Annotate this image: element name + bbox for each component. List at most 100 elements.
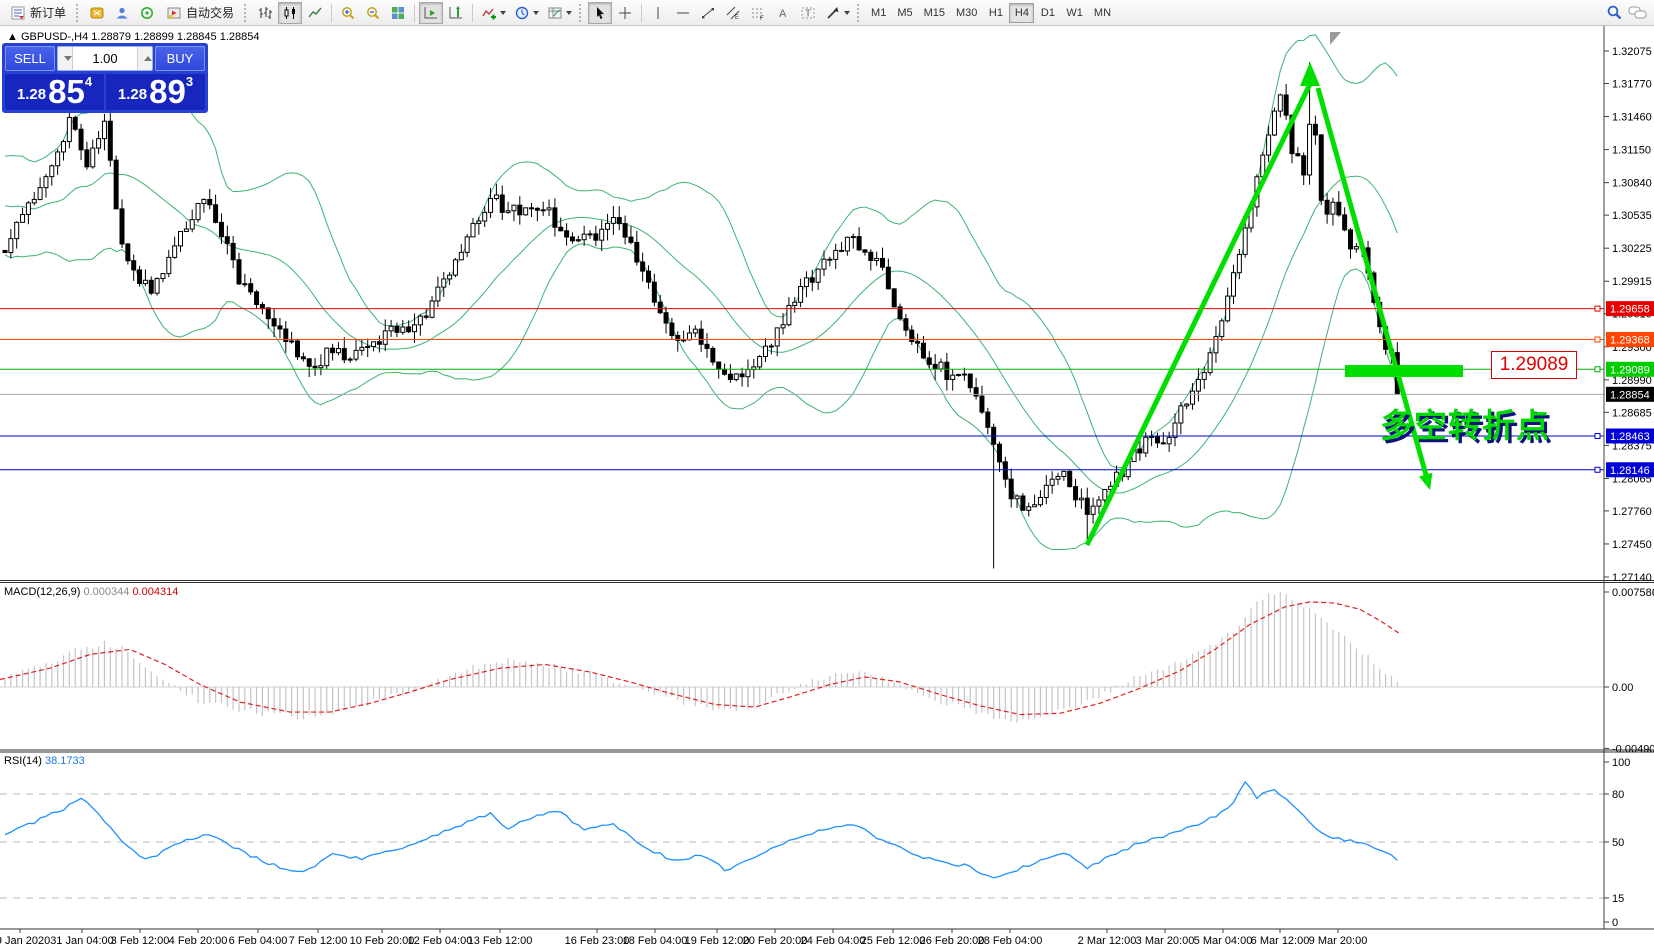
candle bbox=[524, 208, 528, 215]
candle bbox=[3, 250, 7, 252]
market-watch-button[interactable] bbox=[110, 2, 134, 24]
new-order-button[interactable]: 新订单 bbox=[4, 2, 72, 24]
level-endpoint-marker[interactable] bbox=[1595, 367, 1600, 372]
horizontal-line-tool-button[interactable] bbox=[671, 2, 695, 24]
level-endpoint-marker[interactable] bbox=[1595, 433, 1600, 438]
chart-shift-button[interactable] bbox=[444, 2, 468, 24]
indicators-button[interactable] bbox=[477, 2, 509, 24]
candle bbox=[1185, 404, 1189, 406]
candle bbox=[998, 444, 1002, 462]
candle bbox=[1003, 462, 1007, 479]
arrows-tool-button[interactable] bbox=[821, 2, 853, 24]
timeframe-button-M5[interactable]: M5 bbox=[892, 3, 917, 23]
rsi-tick-label: 80 bbox=[1612, 789, 1624, 801]
collapse-triangle-icon[interactable]: ▲ bbox=[7, 31, 18, 43]
chat-button[interactable] bbox=[1626, 2, 1650, 24]
candle bbox=[67, 118, 71, 142]
timeframe-button-M15[interactable]: M15 bbox=[919, 3, 950, 23]
candle bbox=[442, 279, 446, 287]
toolbar-separator bbox=[641, 4, 642, 22]
candle bbox=[459, 252, 463, 259]
time-tick-label: 18 Feb 04:00 bbox=[623, 935, 688, 947]
line-chart-button[interactable] bbox=[303, 2, 327, 24]
candle bbox=[1337, 202, 1341, 215]
candle bbox=[15, 222, 19, 238]
support-bar-annotation[interactable] bbox=[1345, 365, 1463, 377]
sell-price[interactable]: 1.28 85 4 bbox=[5, 74, 104, 110]
time-tick-label: 2 Mar 12:00 bbox=[1078, 935, 1137, 947]
metaeditor-button[interactable] bbox=[85, 2, 109, 24]
macd-tick-label: 0.00 bbox=[1612, 682, 1633, 694]
sell-button[interactable]: SELL bbox=[5, 46, 55, 71]
candle bbox=[102, 121, 106, 138]
zoom-out-button[interactable] bbox=[361, 2, 385, 24]
timeframe-button-H4[interactable]: H4 bbox=[1009, 3, 1034, 23]
tile-windows-button[interactable] bbox=[386, 2, 410, 24]
search-button[interactable] bbox=[1602, 2, 1626, 24]
timeframe-button-H1[interactable]: H1 bbox=[983, 3, 1008, 23]
candle bbox=[1009, 479, 1013, 499]
dropdown-caret-icon bbox=[844, 11, 850, 15]
level-endpoint-marker[interactable] bbox=[1595, 306, 1600, 311]
up-trend-arrow[interactable] bbox=[1087, 84, 1310, 545]
candle bbox=[857, 237, 861, 250]
price-callout-label[interactable]: 1.29089 bbox=[1491, 351, 1577, 379]
price-tick-label: 1.27450 bbox=[1612, 539, 1652, 551]
down-arrowhead-icon bbox=[1419, 473, 1432, 490]
candle bbox=[647, 271, 651, 282]
rsi-value: 38.1733 bbox=[45, 755, 85, 767]
text-label-tool-button[interactable]: T bbox=[796, 2, 820, 24]
buy-price-big: 89 bbox=[149, 75, 186, 108]
level-endpoint-marker[interactable] bbox=[1595, 467, 1600, 472]
autotrading-button[interactable]: 自动交易 bbox=[160, 2, 240, 24]
price-tick-label: 1.32075 bbox=[1612, 46, 1652, 58]
svg-text:1.29658: 1.29658 bbox=[1610, 304, 1650, 316]
rsi-name: RSI(14) bbox=[4, 755, 42, 767]
candle bbox=[845, 237, 849, 251]
timeframe-button-MN[interactable]: MN bbox=[1089, 3, 1116, 23]
periods-button[interactable] bbox=[510, 2, 542, 24]
bar-chart-button[interactable] bbox=[253, 2, 277, 24]
price-tick-label: 1.30535 bbox=[1612, 210, 1652, 222]
candle bbox=[816, 269, 820, 282]
candle bbox=[38, 188, 42, 200]
fibonacci-tool-button[interactable]: F bbox=[746, 2, 770, 24]
auto-scroll-button[interactable] bbox=[419, 2, 443, 24]
volume-increase-button[interactable] bbox=[137, 47, 152, 70]
text-tool-button[interactable]: A bbox=[771, 2, 795, 24]
time-tick-label: 29 Jan 2020 bbox=[0, 935, 50, 947]
candle bbox=[553, 208, 557, 227]
volume-input[interactable] bbox=[73, 47, 137, 70]
timeframe-button-M1[interactable]: M1 bbox=[866, 3, 891, 23]
timeframe-button-D1[interactable]: D1 bbox=[1035, 3, 1060, 23]
candle bbox=[1150, 436, 1154, 437]
vertical-line-tool-button[interactable] bbox=[646, 2, 670, 24]
bollinger-band-line bbox=[5, 35, 1397, 468]
candle bbox=[161, 274, 165, 279]
channel-tool-button[interactable]: E bbox=[721, 2, 745, 24]
buy-price[interactable]: 1.28 89 3 bbox=[106, 74, 205, 110]
candle bbox=[629, 237, 633, 242]
trendline-tool-button[interactable] bbox=[696, 2, 720, 24]
candlestick-chart-button[interactable] bbox=[278, 2, 302, 24]
annotation-text[interactable]: 多空转折点 bbox=[1380, 399, 1550, 447]
candle bbox=[687, 333, 691, 340]
candle bbox=[132, 261, 136, 270]
signals-button[interactable] bbox=[135, 2, 159, 24]
price-tick-label: 1.31460 bbox=[1612, 112, 1652, 124]
level-endpoint-marker[interactable] bbox=[1595, 337, 1600, 342]
zoom-in-button[interactable] bbox=[336, 2, 360, 24]
crosshair-tool-button[interactable] bbox=[613, 2, 637, 24]
clock-icon bbox=[514, 5, 530, 21]
templates-button[interactable] bbox=[543, 2, 575, 24]
timeframe-button-M30[interactable]: M30 bbox=[951, 3, 982, 23]
candle bbox=[301, 357, 305, 359]
volume-decrease-button[interactable] bbox=[58, 47, 73, 70]
cursor-tool-button[interactable] bbox=[588, 2, 612, 24]
candle bbox=[1284, 95, 1288, 115]
candle bbox=[863, 250, 867, 252]
time-tick-label: 3 Mar 20:00 bbox=[1136, 935, 1195, 947]
timeframe-button-W1[interactable]: W1 bbox=[1061, 3, 1088, 23]
candle bbox=[73, 118, 77, 130]
buy-button[interactable]: BUY bbox=[155, 46, 205, 71]
